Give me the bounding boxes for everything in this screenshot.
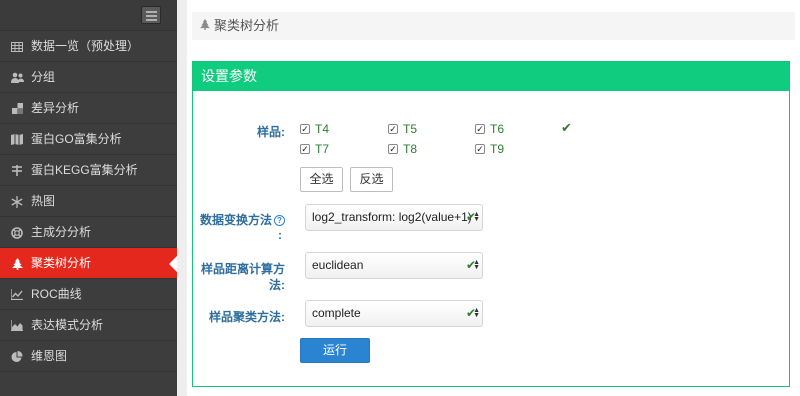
cluster-select[interactable]: complete ✔ ▲ ▼ (305, 300, 483, 327)
transform-label-tail: : (278, 228, 282, 242)
tree-icon (10, 248, 24, 279)
chevron-icon: ▲ ▼ (473, 259, 480, 271)
transform-select[interactable]: log2_transform: log2(value+1) ✔ ▲ ▼ (305, 204, 483, 231)
settings-panel: 设置参数 样品: ✓ T4 ✓ T5 ✓ T6 ✔ ✓ T7 ✓ T8 ✓ T9… (192, 61, 790, 387)
cluster-select-value: complete (312, 306, 361, 320)
select-all-button[interactable]: 全选 (300, 167, 343, 192)
sample-checkbox-t4[interactable]: ✓ T4 (300, 122, 329, 136)
sample-label: T7 (315, 142, 330, 156)
distance-select[interactable]: euclidean ✔ ▲ ▼ (305, 252, 483, 279)
sidebar-item-cluster-tree[interactable]: 聚类树分析 (0, 248, 177, 279)
sidebar-item-label: 维恩图 (31, 349, 68, 363)
samples-label: 样品: (257, 125, 285, 139)
sample-checkbox-t6[interactable]: ✓ T6 (475, 122, 504, 136)
pathway-icon (10, 155, 24, 186)
sidebar: 数据一览（预处理） 分组 差异分析 蛋白GO富集分析 蛋白KEGG富集分析 热图… (0, 0, 177, 396)
area-chart-icon (10, 310, 24, 341)
invert-selection-button[interactable]: 反选 (350, 167, 393, 192)
sidebar-item-label: 表达模式分析 (31, 318, 104, 332)
sidebar-item-expression-pattern[interactable]: 表达模式分析 (0, 310, 177, 341)
table-icon (10, 31, 24, 62)
distance-select-value: euclidean (312, 258, 364, 272)
sidebar-item-label: 热图 (31, 194, 56, 208)
puzzle-icon (10, 93, 24, 124)
sidebar-item-kegg-enrichment[interactable]: 蛋白KEGG富集分析 (0, 155, 177, 186)
sidebar-item-label: 蛋白GO富集分析 (31, 132, 122, 146)
sidebar-item-grouping[interactable]: 分组 (0, 62, 177, 93)
distance-label-tail: 法: (269, 278, 285, 292)
sidebar-item-roc-curve[interactable]: ROC曲线 (0, 279, 177, 310)
sidebar-item-heatmap[interactable]: 热图 (0, 186, 177, 217)
chevron-icon: ▲ ▼ (473, 307, 480, 319)
sidebar-item-label: 差异分析 (31, 101, 80, 115)
transform-select-value: log2_transform: log2(value+1) (312, 210, 472, 224)
sidebar-gutter (177, 0, 187, 396)
sample-label: T8 (403, 142, 418, 156)
sample-checkbox-t9[interactable]: ✓ T9 (475, 142, 504, 156)
map-icon (10, 124, 24, 155)
sidebar-item-diff-analysis[interactable]: 差异分析 (0, 93, 177, 124)
sidebar-toggle-button[interactable] (141, 6, 161, 24)
transform-label: 数据变换方法? (195, 211, 285, 228)
sample-label: T6 (490, 122, 505, 136)
checkbox-box[interactable]: ✓ (388, 144, 398, 154)
cluster-label: 样品聚类方法: (209, 310, 285, 324)
main-content: 聚类树分析 设置参数 样品: ✓ T4 ✓ T5 ✓ T6 ✔ ✓ T7 ✓ T… (187, 0, 800, 396)
sidebar-item-label: 聚类树分析 (31, 256, 92, 270)
help-icon[interactable]: ? (274, 215, 285, 226)
sidebar-item-data-overview[interactable]: 数据一览（预处理） (0, 31, 177, 62)
checkbox-box[interactable]: ✓ (300, 124, 310, 134)
sample-checkbox-t8[interactable]: ✓ T8 (388, 142, 417, 156)
sidebar-item-label: ROC曲线 (31, 287, 82, 301)
sidebar-item-go-enrichment[interactable]: 蛋白GO富集分析 (0, 124, 177, 155)
checkbox-box[interactable]: ✓ (475, 144, 485, 154)
distance-label: 样品距离计算方 (200, 262, 285, 276)
sidebar-item-venn[interactable]: 维恩图 (0, 341, 177, 372)
lifebuoy-icon (10, 217, 24, 248)
snowflake-icon (10, 186, 24, 217)
sample-label: T5 (403, 122, 418, 136)
sidebar-item-label: 蛋白KEGG富集分析 (31, 163, 138, 177)
panel-title: 设置参数 (193, 62, 789, 91)
tree-icon (200, 12, 210, 40)
chevron-icon: ▲ ▼ (473, 211, 480, 223)
sidebar-item-pca[interactable]: 主成分分析 (0, 217, 177, 248)
checkbox-box[interactable]: ✓ (475, 124, 485, 134)
sidebar-item-label: 分组 (31, 70, 56, 84)
valid-check-icon: ✔ (561, 120, 572, 135)
menu-icon (146, 11, 157, 13)
sidebar-item-label: 主成分分析 (31, 225, 92, 239)
sample-checkbox-t5[interactable]: ✓ T5 (388, 122, 417, 136)
pie-chart-icon (10, 341, 24, 372)
breadcrumb-label: 聚类树分析 (214, 18, 280, 33)
run-button[interactable]: 运行 (300, 338, 370, 363)
sidebar-menu: 数据一览（预处理） 分组 差异分析 蛋白GO富集分析 蛋白KEGG富集分析 热图… (0, 31, 177, 372)
sample-label: T9 (490, 142, 505, 156)
checkbox-box[interactable]: ✓ (300, 144, 310, 154)
sample-label: T4 (315, 122, 330, 136)
line-chart-icon (10, 279, 24, 310)
sample-checkbox-t7[interactable]: ✓ T7 (300, 142, 329, 156)
breadcrumb: 聚类树分析 (192, 12, 795, 40)
sidebar-item-label: 数据一览（预处理） (31, 39, 140, 53)
checkbox-box[interactable]: ✓ (388, 124, 398, 134)
users-icon (10, 62, 24, 93)
sidebar-header (0, 0, 177, 31)
